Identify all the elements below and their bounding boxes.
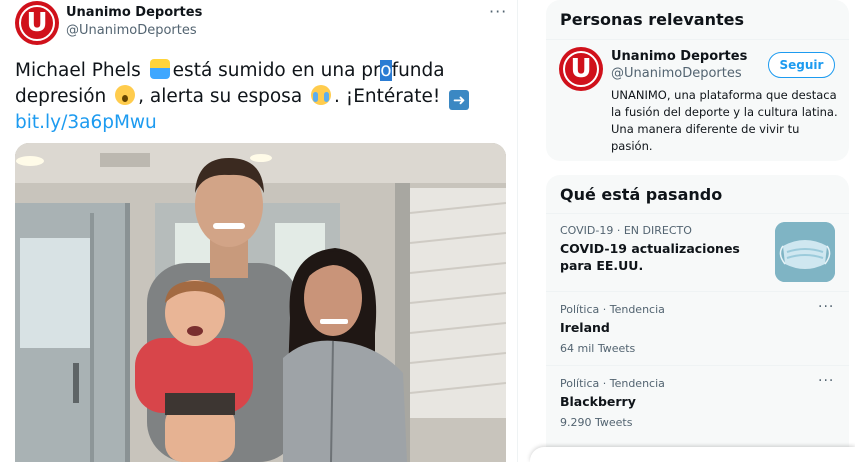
messages-drawer[interactable] bbox=[530, 447, 855, 462]
relevant-people-card: Personas relevantes U Unanimo Deportes @… bbox=[546, 0, 849, 161]
relevant-bio: UNANIMO, una plataforma que destaca la f… bbox=[611, 88, 838, 153]
trend-item-covid[interactable]: COVID-19 · EN DIRECTO COVID-19 actualiza… bbox=[546, 213, 849, 291]
tweet-more-icon[interactable]: ··· bbox=[489, 2, 507, 21]
tweet-photo[interactable] bbox=[15, 143, 506, 462]
relevant-avatar[interactable]: U bbox=[559, 47, 603, 91]
crying-emoji-icon bbox=[311, 85, 332, 105]
trend-more-icon[interactable]: ··· bbox=[818, 373, 834, 389]
twitter-page: U Unanimo Deportes @UnanimoDeportes ··· … bbox=[0, 0, 855, 462]
trends-title: Qué está pasando bbox=[560, 185, 723, 204]
family-photo-illustration bbox=[15, 143, 506, 462]
follow-button[interactable]: Seguir bbox=[768, 52, 835, 78]
author-handle[interactable]: @UnanimoDeportes bbox=[66, 23, 197, 38]
author-name[interactable]: Unanimo Deportes bbox=[66, 5, 202, 20]
tweet-link[interactable]: bit.ly/3a6pMwu bbox=[15, 112, 157, 133]
relevant-name[interactable]: Unanimo Deportes bbox=[611, 49, 747, 64]
trend-count: 64 mil Tweets bbox=[560, 342, 636, 355]
trend-meta: COVID-19 · EN DIRECTO bbox=[560, 224, 692, 237]
tweet-text: Michael Phels está sumido en una profund… bbox=[15, 58, 505, 136]
author-avatar[interactable]: U bbox=[15, 1, 59, 45]
trend-item-blackberry[interactable]: Política · Tendencia ··· Blackberry 9.29… bbox=[546, 365, 849, 439]
tweet[interactable]: U Unanimo Deportes @UnanimoDeportes ··· … bbox=[0, 0, 518, 462]
scream-emoji-icon bbox=[115, 85, 136, 105]
face-mask-image bbox=[775, 222, 835, 282]
text-selection-cursor: o bbox=[380, 60, 392, 81]
trend-meta: Política · Tendencia bbox=[560, 377, 665, 390]
tweet-text-part: Michael Phels bbox=[15, 60, 147, 81]
tweet-text-part: está sumido en una pr bbox=[172, 60, 381, 81]
swimmer-emoji-icon bbox=[149, 59, 170, 79]
tweet-text-part: . ¡Entérate! bbox=[334, 86, 447, 107]
trend-count: 9.290 Tweets bbox=[560, 416, 633, 429]
trend-title: COVID-19 actualizaciones para EE.UU. bbox=[560, 241, 740, 273]
right-arrow-emoji-icon: ➜ bbox=[449, 90, 470, 110]
trend-thumbnail bbox=[775, 222, 835, 282]
tweet-text-part: , alerta su esposa bbox=[138, 86, 309, 107]
trend-item-ireland[interactable]: Política · Tendencia ··· Ireland 64 mil … bbox=[546, 291, 849, 365]
trend-more-icon[interactable]: ··· bbox=[818, 299, 834, 315]
trend-title: Blackberry bbox=[560, 394, 636, 409]
trend-meta: Política · Tendencia bbox=[560, 303, 665, 316]
trends-card: Qué está pasando COVID-19 · EN DIRECTO C… bbox=[546, 175, 849, 462]
divider bbox=[546, 39, 849, 40]
relevant-handle[interactable]: @UnanimoDeportes bbox=[611, 66, 742, 81]
relevant-people-title: Personas relevantes bbox=[560, 10, 744, 29]
trend-title: Ireland bbox=[560, 320, 610, 335]
